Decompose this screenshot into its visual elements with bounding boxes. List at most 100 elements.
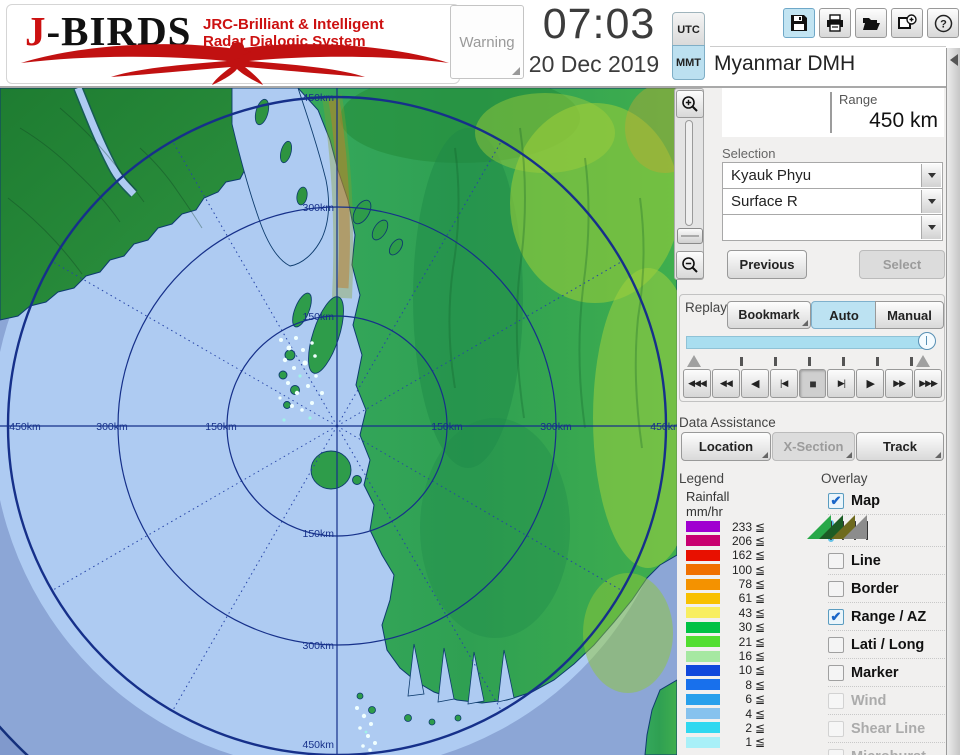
overlay-item-marker[interactable]: Marker — [828, 658, 947, 686]
utc-toggle-button[interactable]: UTC — [672, 12, 705, 47]
fast-rewind-button[interactable]: ◀◀◀ — [683, 369, 711, 398]
save-button[interactable] — [783, 8, 815, 38]
lte-symbol: ≦ — [755, 591, 765, 605]
product-dropdown-arrow-button[interactable] — [921, 190, 941, 213]
legend-color-swatch — [686, 593, 720, 604]
radar-map-svg: 450km 300km 150km 150km 300km 450km 450k… — [0, 88, 677, 755]
checkbox-icon[interactable] — [828, 553, 844, 569]
legend-unit-line2: mm/hr — [686, 504, 723, 519]
location-button[interactable]: Location — [681, 432, 771, 461]
station-name: Myanmar DMH — [712, 50, 948, 82]
clock-date: 20 Dec 2019 — [510, 51, 678, 78]
replay-slider-thumb[interactable] — [918, 332, 936, 350]
panel-edge-scrollbar[interactable] — [946, 48, 960, 755]
legend-value: 30 — [722, 620, 752, 634]
zoom-slider-track[interactable] — [685, 120, 693, 226]
map-style-option-4[interactable] — [864, 520, 870, 542]
overlay-item-label: Microburst — [851, 749, 926, 755]
checkbox-disabled-icon — [828, 749, 844, 755]
overlay-item-lati-long[interactable]: Lati / Long — [828, 630, 947, 658]
overlay-item-label: Line — [851, 553, 881, 569]
legend-row: 21≦ — [686, 636, 765, 647]
overlay-item-range-az[interactable]: ✔ Range / AZ — [828, 602, 947, 630]
fast-forward-button[interactable]: ▶▶ — [885, 369, 913, 398]
zoom-in-button[interactable] — [676, 90, 704, 118]
lte-symbol: ≦ — [755, 663, 765, 677]
zoom-slider-thumb[interactable] — [677, 228, 703, 244]
svg-text:450km: 450km — [650, 421, 677, 433]
open-folder-icon — [862, 14, 881, 32]
previous-button[interactable]: Previous — [727, 250, 807, 279]
bookmark-button[interactable]: Bookmark — [727, 301, 811, 329]
svg-text:300km: 300km — [302, 202, 334, 214]
site-dropdown[interactable]: Kyauk Phyu — [722, 162, 943, 189]
site-dropdown-arrow-button[interactable] — [921, 164, 941, 187]
replay-timeline-slider[interactable] — [686, 336, 930, 349]
manual-mode-button[interactable]: Manual — [875, 301, 944, 329]
print-button[interactable] — [819, 8, 851, 38]
legend-color-swatch — [686, 579, 720, 590]
auto-mode-button[interactable]: Auto — [811, 301, 877, 329]
overlay-item-label: Lati / Long — [851, 637, 924, 653]
legend-row: 61≦ — [686, 593, 765, 604]
lte-symbol: ≦ — [755, 563, 765, 577]
add-image-button[interactable] — [891, 8, 923, 38]
legend-row: 43≦ — [686, 607, 765, 618]
skip-to-start-button[interactable]: |◀ — [770, 369, 798, 398]
svg-text:300km: 300km — [96, 421, 128, 433]
zoom-out-button[interactable] — [676, 251, 704, 279]
lte-symbol: ≦ — [755, 649, 765, 663]
play-backward-button[interactable]: ◀ — [741, 369, 769, 398]
range-divider — [830, 92, 832, 133]
overlay-item-map[interactable]: ✔ Map — [828, 487, 947, 514]
timeline-tick — [808, 357, 811, 366]
svg-text:150km: 150km — [302, 528, 334, 540]
checkbox-checked-icon[interactable]: ✔ — [828, 493, 844, 509]
checkbox-icon[interactable] — [828, 637, 844, 653]
rewind-button[interactable]: ◀◀ — [712, 369, 740, 398]
radar-map-canvas[interactable]: 450km 300km 150km 150km 300km 450km 450k… — [0, 88, 677, 755]
legend-color-swatch — [686, 708, 720, 719]
play-button[interactable]: ▶ — [856, 369, 884, 398]
chevron-down-icon — [928, 173, 936, 178]
overlay-item-line[interactable]: Line — [828, 546, 947, 574]
timeline-tick — [774, 357, 777, 366]
clock-time: 07:03 — [523, 0, 675, 49]
legend-row: 2≦ — [686, 722, 765, 733]
help-button[interactable]: ? — [927, 8, 959, 38]
overlay-item-label: Map — [851, 493, 880, 509]
timeline-end-marker[interactable] — [916, 355, 930, 367]
lte-symbol: ≦ — [755, 735, 765, 749]
legend-unit-line1: Rainfall — [686, 489, 729, 504]
jbirds-logo: J-BIRDS JRC-Brilliant & Intelligent Rada… — [6, 4, 460, 84]
legend-color-swatch — [686, 694, 720, 705]
legend-color-swatch — [686, 521, 720, 532]
overlay-item-shear-line: Shear Line — [828, 714, 947, 742]
checkbox-checked-icon[interactable]: ✔ — [828, 609, 844, 625]
collapse-panel-arrow-icon[interactable] — [950, 54, 958, 66]
svg-text:450km: 450km — [302, 92, 334, 104]
lte-symbol: ≦ — [755, 548, 765, 562]
timeline-start-marker[interactable] — [687, 355, 701, 367]
mmt-toggle-button[interactable]: MMT — [672, 45, 705, 80]
checkbox-icon[interactable] — [828, 665, 844, 681]
extra-dropdown-arrow-button[interactable] — [921, 216, 941, 239]
bookmark-corner-arrow — [802, 320, 808, 326]
overlay-list: ✔ Map Line Border ✔ Range / AZ Lati / Lo… — [828, 487, 947, 755]
lte-symbol: ≦ — [755, 721, 765, 735]
track-corner-arrow — [935, 452, 941, 458]
overlay-item-microburst: Microburst — [828, 742, 947, 755]
open-file-button[interactable] — [855, 8, 887, 38]
track-button[interactable]: Track — [856, 432, 944, 461]
extra-dropdown[interactable] — [722, 214, 943, 241]
skip-to-end-button[interactable]: ▶| — [827, 369, 855, 398]
checkbox-icon[interactable] — [828, 581, 844, 597]
xsection-button[interactable]: X-Section — [772, 432, 855, 461]
stop-button[interactable]: ■ — [799, 369, 827, 398]
overlay-item-border[interactable]: Border — [828, 574, 947, 602]
magnifier-plus-icon — [681, 95, 699, 113]
select-button[interactable]: Select — [859, 250, 945, 279]
fastest-forward-button[interactable]: ▶▶▶ — [914, 369, 942, 398]
panel-divider — [710, 46, 946, 47]
product-dropdown[interactable]: Surface R — [722, 188, 943, 215]
